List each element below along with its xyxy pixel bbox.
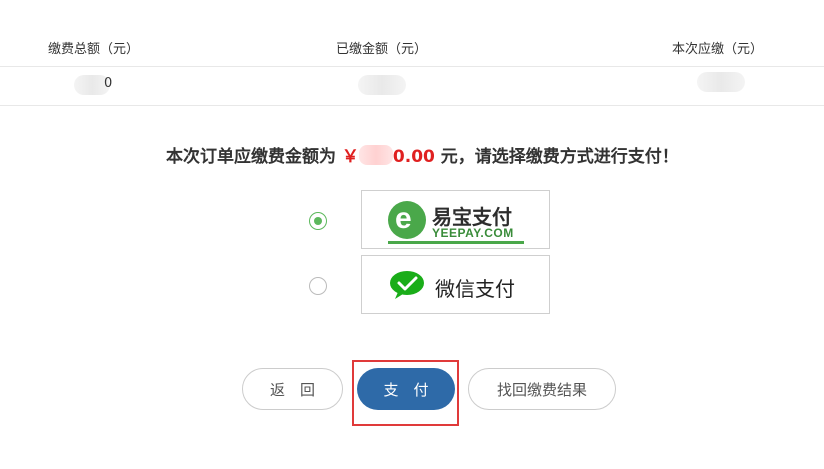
back-button[interactable]: 返 回: [242, 368, 343, 410]
prompt-amount: ￥ 0.00: [341, 145, 435, 167]
summary-header: 缴费总额（元） 已缴金额（元） 本次应缴（元）: [0, 0, 824, 67]
header-due: 本次应缴（元）: [672, 42, 764, 57]
payment-option-yeepay[interactable]: e 易宝支付 YEEPAY.COM: [361, 190, 550, 249]
total-value-tail: 0: [104, 76, 113, 91]
header-paid: 已缴金额（元）: [336, 42, 428, 57]
prompt-before: 本次订单应缴费金额为: [166, 147, 336, 167]
paid-value-redacted: [358, 75, 406, 95]
summary-values: 0: [0, 67, 824, 106]
prompt-after: 元，请选择缴费方式进行支付！: [440, 147, 679, 167]
radio-wechat[interactable]: [309, 277, 327, 295]
yeepay-logo-icon: e: [388, 201, 426, 239]
yeepay-sub: YEEPAY.COM: [432, 226, 514, 240]
wechat-name: 微信支付: [435, 277, 515, 301]
wechat-pay-icon: [390, 271, 424, 299]
radio-yeepay[interactable]: [309, 212, 327, 230]
payment-prompt: 本次订单应缴费金额为 ￥ 0.00 元，请选择缴费方式进行支付！: [166, 142, 679, 167]
payment-option-wechat[interactable]: 微信支付: [361, 255, 550, 314]
yeepay-logo-group: e 易宝支付 YEEPAY.COM: [388, 199, 524, 244]
find-result-button[interactable]: 找回缴费结果: [468, 368, 616, 410]
amount-redacted: [358, 145, 393, 165]
pay-button[interactable]: 支 付: [357, 368, 455, 410]
header-total: 缴费总额（元）: [48, 42, 140, 57]
due-value-redacted: [697, 72, 745, 92]
